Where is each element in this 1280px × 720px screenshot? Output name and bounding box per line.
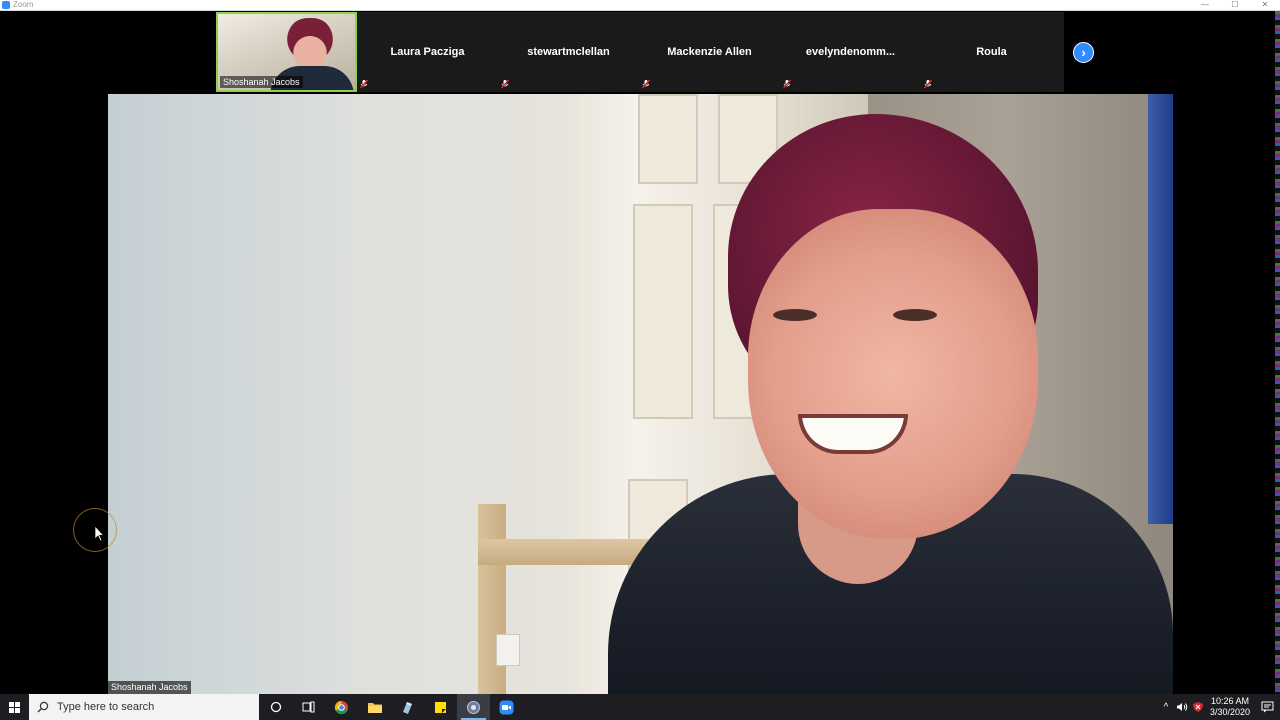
background-chair [468, 504, 648, 694]
muted-mic-icon [359, 79, 369, 89]
participant-name: Roula [976, 46, 1007, 58]
muted-mic-icon [641, 79, 651, 89]
cortana-button[interactable] [259, 694, 292, 720]
participant-thumbnail[interactable]: evelyndenomm... [780, 12, 921, 92]
participant-name: evelyndenomm... [805, 46, 896, 58]
participant-name-label: Shoshanah Jacobs [220, 76, 303, 88]
muted-mic-icon [500, 79, 510, 89]
file-explorer-button[interactable] [358, 694, 391, 720]
chrome-button[interactable] [325, 694, 358, 720]
participant-name: stewartmclellan [527, 46, 610, 58]
door-panel [633, 204, 693, 419]
window-titlebar: Zoom — ☐ ✕ [0, 0, 1280, 11]
mouse-cursor-icon [95, 526, 105, 542]
participant-thumbnail-self[interactable]: Shoshanah Jacobs [216, 12, 357, 92]
volume-button[interactable] [1174, 694, 1190, 720]
close-button[interactable]: ✕ [1250, 0, 1280, 11]
meeting-area: Shoshanah Jacobs Laura Pacziga stewartmc… [0, 11, 1280, 694]
sticky-notes-button[interactable] [424, 694, 457, 720]
zoom-button[interactable] [490, 694, 523, 720]
active-speaker-name-label: Shoshanah Jacobs [108, 681, 191, 694]
wall-outlet [496, 634, 520, 666]
window-controls: — ☐ ✕ [1190, 0, 1280, 11]
muted-mic-icon [923, 79, 933, 89]
search-placeholder: Type here to search [57, 701, 155, 713]
window-title: Zoom [13, 0, 34, 9]
participant-thumbnail[interactable]: stewartmclellan [498, 12, 639, 92]
chair-rail [478, 539, 648, 565]
door-panel [638, 94, 698, 184]
security-button[interactable] [1190, 694, 1206, 720]
notification-icon [1261, 701, 1273, 713]
clock-date: 3/30/2020 [1209, 707, 1251, 717]
cortana-icon [270, 701, 281, 713]
zoom-icon [499, 700, 514, 714]
participant-thumbnail[interactable]: Laura Pacziga [357, 12, 498, 92]
app-icon [403, 701, 412, 714]
windows-taskbar: Type here to search ^ 10:26 AM 3/30/2020 [0, 694, 1280, 720]
action-center-button[interactable] [1254, 694, 1280, 720]
system-tray: ^ 10:26 AM 3/30/2020 [1158, 694, 1280, 720]
speaker-face [748, 209, 1038, 539]
minimize-button[interactable]: — [1190, 0, 1220, 11]
recorder-icon [467, 700, 480, 714]
taskbar-search[interactable]: Type here to search [29, 694, 259, 720]
app-button[interactable] [391, 694, 424, 720]
maximize-button[interactable]: ☐ [1220, 0, 1250, 11]
start-button[interactable] [0, 694, 29, 720]
shield-icon [1193, 702, 1203, 712]
next-page-button[interactable]: › [1073, 42, 1094, 63]
recorder-button[interactable] [457, 694, 490, 720]
screen-edge-artifact [1275, 11, 1280, 694]
zoom-app-icon [2, 1, 10, 9]
taskbar-clock[interactable]: 10:26 AM 3/30/2020 [1206, 696, 1254, 718]
active-speaker-video [108, 94, 1173, 694]
muted-mic-icon [782, 79, 792, 89]
chrome-icon [334, 700, 349, 714]
volume-icon [1177, 703, 1188, 711]
participant-name: Mackenzie Allen [667, 46, 752, 58]
sticky-notes-icon [435, 701, 446, 713]
speaker-eye [893, 309, 937, 321]
task-view-icon [302, 701, 314, 713]
participant-strip: Shoshanah Jacobs Laura Pacziga stewartmc… [216, 12, 1064, 92]
file-explorer-icon [367, 702, 382, 713]
tray-overflow-button[interactable]: ^ [1158, 694, 1174, 720]
background-curtain [1148, 94, 1173, 524]
windows-logo-icon [9, 701, 20, 713]
task-view-button[interactable] [292, 694, 325, 720]
participant-thumbnail[interactable]: Roula [921, 12, 1062, 92]
speaker-eye [773, 309, 817, 321]
clock-time: 10:26 AM [1210, 696, 1250, 706]
search-icon [37, 701, 49, 713]
participant-name: Laura Pacziga [390, 46, 465, 58]
participant-thumbnail[interactable]: Mackenzie Allen [639, 12, 780, 92]
